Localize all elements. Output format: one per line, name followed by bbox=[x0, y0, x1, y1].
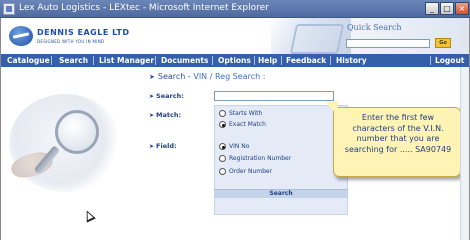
truck-graphic bbox=[271, 18, 351, 54]
nav-divider bbox=[281, 56, 282, 65]
help-tooltip: Enter the first few characters of the V.… bbox=[324, 101, 461, 177]
nav-documents[interactable]: Documents bbox=[161, 54, 208, 67]
nav-search[interactable]: Search bbox=[59, 54, 88, 67]
nav-options[interactable]: Options bbox=[218, 54, 251, 67]
nav-help[interactable]: Help bbox=[258, 54, 277, 67]
nav-divider bbox=[51, 56, 52, 65]
nav-divider bbox=[155, 56, 156, 65]
nav-divider bbox=[254, 56, 255, 65]
radio-vin-no-label: VIN No bbox=[229, 143, 250, 150]
nav-feedback[interactable]: Feedback bbox=[286, 54, 326, 67]
nav-divider bbox=[330, 56, 331, 65]
nav-divider bbox=[430, 56, 431, 65]
maximize-button[interactable]: □ bbox=[440, 2, 454, 15]
quick-search-label: Quick Search bbox=[347, 23, 402, 32]
radio-exact-match-label: Exact Match bbox=[229, 121, 266, 128]
logo-name: DENNIS EAGLE LTD bbox=[37, 28, 130, 37]
match-label-row: ➤ Match: bbox=[149, 111, 181, 119]
nav-divider bbox=[93, 56, 94, 65]
radio-exact-match[interactable] bbox=[219, 121, 226, 128]
page-title-prefix: Search - bbox=[157, 72, 194, 81]
main-nav: Catalogue Search List Manager Documents … bbox=[1, 54, 469, 67]
arrow-bullet-icon: ➤ bbox=[149, 73, 155, 81]
browser-content: DENNIS EAGLE LTD DESIGNED WITH YOU IN MI… bbox=[0, 18, 470, 240]
site-header: DENNIS EAGLE LTD DESIGNED WITH YOU IN MI… bbox=[1, 18, 469, 54]
page-title: ➤ Search - VIN / Reg Search : bbox=[149, 72, 265, 81]
help-tooltip-text: Enter the first few characters of the V.… bbox=[344, 113, 452, 154]
radio-order-number-label: Order Number bbox=[229, 168, 273, 175]
arrow-bullet-icon: ➤ bbox=[149, 112, 155, 119]
search-label-row: ➤ Search: bbox=[149, 92, 184, 100]
eagle-logo-icon bbox=[9, 26, 33, 46]
nav-logout[interactable]: Logout bbox=[435, 54, 464, 67]
minimize-button[interactable]: _ bbox=[425, 2, 439, 15]
quick-search-go-button[interactable]: Go bbox=[435, 38, 451, 48]
magnifying-glass-icon bbox=[55, 110, 99, 154]
search-input[interactable] bbox=[214, 91, 334, 101]
radio-registration-number-label: Registration Number bbox=[229, 155, 292, 162]
close-button[interactable]: × bbox=[455, 2, 469, 15]
magnifier-artwork bbox=[7, 84, 127, 194]
search-button[interactable]: Search bbox=[214, 189, 348, 198]
quick-search-input[interactable] bbox=[346, 39, 430, 48]
nav-catalogue[interactable]: Catalogue bbox=[7, 54, 50, 67]
page-title-sub: VIN / Reg Search : bbox=[193, 72, 266, 81]
radio-order-number[interactable] bbox=[219, 168, 226, 175]
field-label-row: ➤ Field: bbox=[149, 142, 177, 150]
nav-list-manager[interactable]: List Manager bbox=[99, 54, 154, 67]
nav-divider bbox=[212, 56, 213, 65]
window-title-bar: Lex Auto Logistics - LEXtec - Microsoft … bbox=[0, 0, 470, 18]
radio-registration-number[interactable] bbox=[219, 155, 226, 162]
mouse-pointer-icon bbox=[82, 208, 96, 223]
ie-window-icon bbox=[3, 3, 15, 15]
logo-tagline: DESIGNED WITH YOU IN MIND bbox=[37, 39, 105, 44]
radio-vin-no[interactable] bbox=[219, 143, 226, 150]
radio-starts-with[interactable] bbox=[219, 110, 226, 117]
arrow-bullet-icon: ➤ bbox=[149, 143, 155, 150]
field-label: Field: bbox=[156, 142, 177, 150]
radio-starts-with-label: Starts With bbox=[229, 110, 263, 117]
dennis-eagle-logo[interactable]: DENNIS EAGLE LTD DESIGNED WITH YOU IN MI… bbox=[9, 24, 149, 50]
search-label: Search: bbox=[156, 92, 184, 100]
vertical-scrollbar[interactable] bbox=[460, 67, 469, 240]
arrow-bullet-icon: ➤ bbox=[149, 93, 155, 100]
match-label: Match: bbox=[156, 111, 182, 119]
window-title: Lex Auto Logistics - LEXtec - Microsoft … bbox=[19, 3, 269, 13]
nav-history[interactable]: History bbox=[336, 54, 367, 67]
